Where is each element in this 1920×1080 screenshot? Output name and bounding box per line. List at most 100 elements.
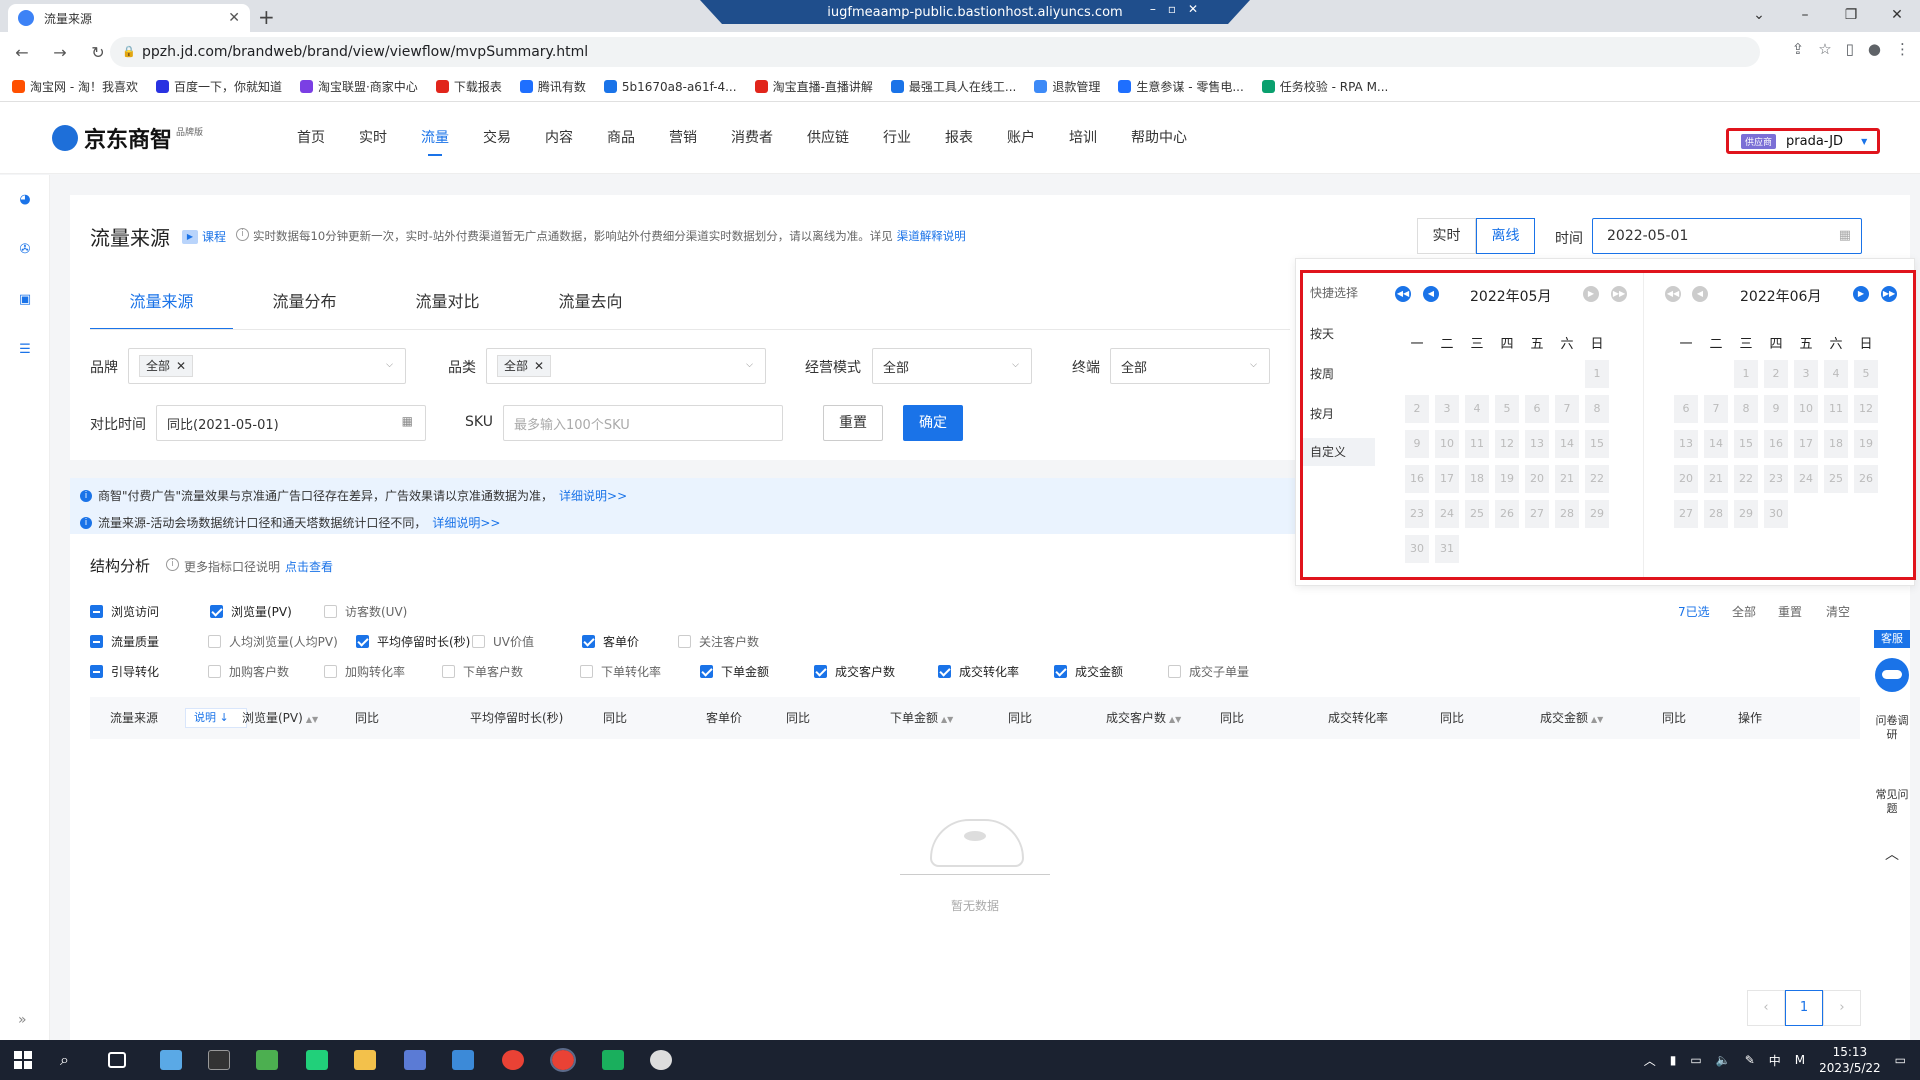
minimize-icon[interactable]: – (1782, 0, 1828, 32)
notice-ad-link[interactable]: 详细说明>> (559, 487, 627, 504)
clock[interactable]: 15:13 2023/5/22 (1819, 1044, 1881, 1076)
nav-item[interactable]: 账户 (990, 102, 1052, 174)
customer-service-label[interactable]: 客服 (1874, 630, 1910, 648)
metric-checkbox[interactable]: 加购转化率 (324, 663, 405, 680)
browser-tab[interactable]: 流量来源 ✕ (8, 4, 250, 32)
bookmark-star-icon[interactable]: ☆ (1818, 40, 1831, 58)
share-icon[interactable]: ⇪ (1792, 40, 1805, 58)
date-input[interactable]: 2022-05-01 ▦ (1592, 218, 1862, 254)
notepad-icon[interactable] (256, 1050, 278, 1070)
profile-avatar-icon[interactable]: ● (1868, 40, 1881, 58)
remove-tag-icon[interactable]: ✕ (534, 356, 544, 376)
bookmark-item[interactable]: 退款管理 (1034, 78, 1100, 95)
faq-button[interactable]: 常见问题 (1874, 788, 1910, 816)
nav-item[interactable]: 帮助中心 (1114, 102, 1204, 174)
remove-tag-icon[interactable]: ✕ (176, 356, 186, 376)
nav-item[interactable]: 内容 (528, 102, 590, 174)
bookmark-item[interactable]: 任务校验 - RPA M... (1261, 78, 1388, 95)
sort-icon[interactable]: ▲▼ (306, 715, 318, 724)
sort-icon[interactable]: ▲▼ (941, 715, 953, 724)
sort-icon[interactable]: ▲▼ (1169, 715, 1181, 724)
sku-input[interactable]: 最多输入100个SKU (503, 405, 783, 441)
bookmark-item[interactable]: 腾讯有数 (519, 78, 586, 95)
url-field[interactable]: 🔒 ppzh.jd.com/brandweb/brand/view/viewfl… (110, 37, 1760, 67)
tab-search-icon[interactable]: ⌄ (1736, 0, 1782, 32)
nav-item[interactable]: 交易 (466, 102, 528, 174)
bookmark-item[interactable]: 百度一下，你就知道 (155, 78, 282, 95)
expand-rail-icon[interactable]: » (18, 1012, 27, 1028)
network-app-icon[interactable] (404, 1050, 426, 1070)
table-column-header[interactable]: 成交客户数 ▲▼ (1106, 697, 1181, 741)
nav-item[interactable]: 消费者 (714, 102, 790, 174)
metric-checkbox[interactable]: 浏览量(PV) (210, 603, 292, 620)
category-select[interactable]: 全部 ✕ ⌵ (486, 348, 766, 384)
pie-chart-icon[interactable]: ◕ (18, 193, 32, 207)
bookmark-item[interactable]: 最强工具人在线工... (890, 78, 1016, 95)
metric-checkbox[interactable]: 关注客户数 (678, 633, 759, 650)
sub-tab[interactable]: 流量对比 (376, 282, 519, 330)
metric-group-checkbox[interactable]: 流量质量 (90, 633, 159, 650)
metric-checkbox[interactable]: 成交客户数 (814, 663, 895, 680)
volume-icon[interactable]: 🔈 (1716, 1053, 1731, 1067)
brand-select[interactable]: 全部 ✕ ⌵ (128, 348, 406, 384)
side-panel-icon[interactable]: ▯ (1846, 40, 1854, 58)
bookmark-item[interactable]: 淘宝网 - 淘！我喜欢 (12, 78, 138, 95)
nav-item[interactable]: 营销 (652, 102, 714, 174)
notification-icon[interactable]: ▭ (1895, 1053, 1906, 1067)
metrics-reset-button[interactable]: 重置 (1778, 603, 1802, 620)
nav-item[interactable]: 首页 (280, 102, 342, 174)
next-page-button[interactable]: › (1823, 990, 1861, 1026)
remote-window-controls-icon[interactable]: –▫✕ (1150, 2, 1210, 16)
mode-select[interactable]: 全部 ⌵ (872, 348, 1032, 384)
metric-checkbox[interactable]: 平均停留时长(秒) (356, 633, 470, 650)
table-column-header[interactable]: 浏览量(PV) ▲▼ (242, 697, 318, 741)
confirm-button[interactable]: 确定 (903, 405, 963, 441)
nav-item[interactable]: 报表 (928, 102, 990, 174)
bookmark-item[interactable]: 5b1670a8-a61f-4... (603, 80, 737, 94)
survey-button[interactable]: 问卷调研 (1874, 714, 1910, 742)
analysis-note-link[interactable]: 点击查看 (285, 558, 333, 575)
windows-start-icon[interactable] (14, 1051, 32, 1069)
metric-group-checkbox[interactable]: 浏览访问 (90, 603, 159, 620)
tray-expand-icon[interactable]: ︿ (1644, 1052, 1656, 1069)
sub-tab[interactable]: 流量分布 (233, 282, 376, 330)
monitor-icon[interactable]: ▣ (18, 293, 32, 307)
nav-item[interactable]: 培训 (1052, 102, 1114, 174)
course-link[interactable]: ▶ 课程 (182, 228, 226, 245)
site-logo[interactable]: 京东商智 品牌版 (52, 122, 203, 154)
metric-checkbox[interactable]: 下单金额 (700, 663, 769, 680)
pycharm-icon[interactable] (306, 1050, 328, 1070)
metric-checkbox[interactable]: 成交转化率 (938, 663, 1019, 680)
metric-checkbox[interactable]: UV价值 (472, 633, 534, 650)
notice-activity-link[interactable]: 详细说明>> (432, 514, 500, 531)
bookmark-item[interactable]: 淘宝直播-直播讲解 (754, 78, 873, 95)
remote-app-icon[interactable] (452, 1050, 474, 1070)
back-icon[interactable]: ← (6, 43, 38, 62)
nav-item[interactable]: 行业 (866, 102, 928, 174)
compare-date-input[interactable]: 同比(2021-05-01) ▦ (156, 405, 426, 441)
bookmark-item[interactable]: 生意参谋 - 零售电... (1118, 78, 1244, 95)
bookmark-item[interactable]: 淘宝联盟·商家中心 (299, 78, 418, 95)
terminal-select[interactable]: 全部 ⌵ (1110, 348, 1270, 384)
metric-checkbox[interactable]: 访客数(UV) (324, 603, 407, 620)
metric-checkbox[interactable]: 成交子单量 (1168, 663, 1249, 680)
close-window-icon[interactable]: ✕ (1874, 0, 1920, 32)
ime-mode-icon[interactable]: M (1795, 1053, 1805, 1067)
metric-checkbox[interactable]: 下单转化率 (580, 663, 661, 680)
bookmark-item[interactable]: 下载报表 (435, 78, 502, 95)
sub-tab[interactable]: 流量来源 (90, 282, 233, 330)
search-icon[interactable]: ⌕ (60, 1050, 82, 1070)
prev-page-button[interactable]: ‹ (1747, 990, 1785, 1026)
task-view-icon[interactable] (108, 1052, 126, 1068)
page-1-button[interactable]: 1 (1785, 990, 1823, 1026)
assistant-app-icon[interactable] (650, 1050, 672, 1070)
new-tab-icon[interactable]: + (258, 5, 275, 29)
nav-item[interactable]: 供应链 (790, 102, 866, 174)
metric-checkbox[interactable]: 下单客户数 (442, 663, 523, 680)
sort-icon[interactable]: ▲▼ (1591, 715, 1603, 724)
account-switcher[interactable]: 供应商 prada-JD ▼ (1726, 128, 1880, 154)
back-to-top-icon[interactable]: ︿ (1874, 844, 1910, 864)
explain-dropdown[interactable]: 说明 ↓ (185, 708, 247, 728)
metric-checkbox[interactable]: 人均浏览量(人均PV) (208, 633, 338, 650)
compass-icon[interactable]: ✇ (18, 243, 32, 257)
